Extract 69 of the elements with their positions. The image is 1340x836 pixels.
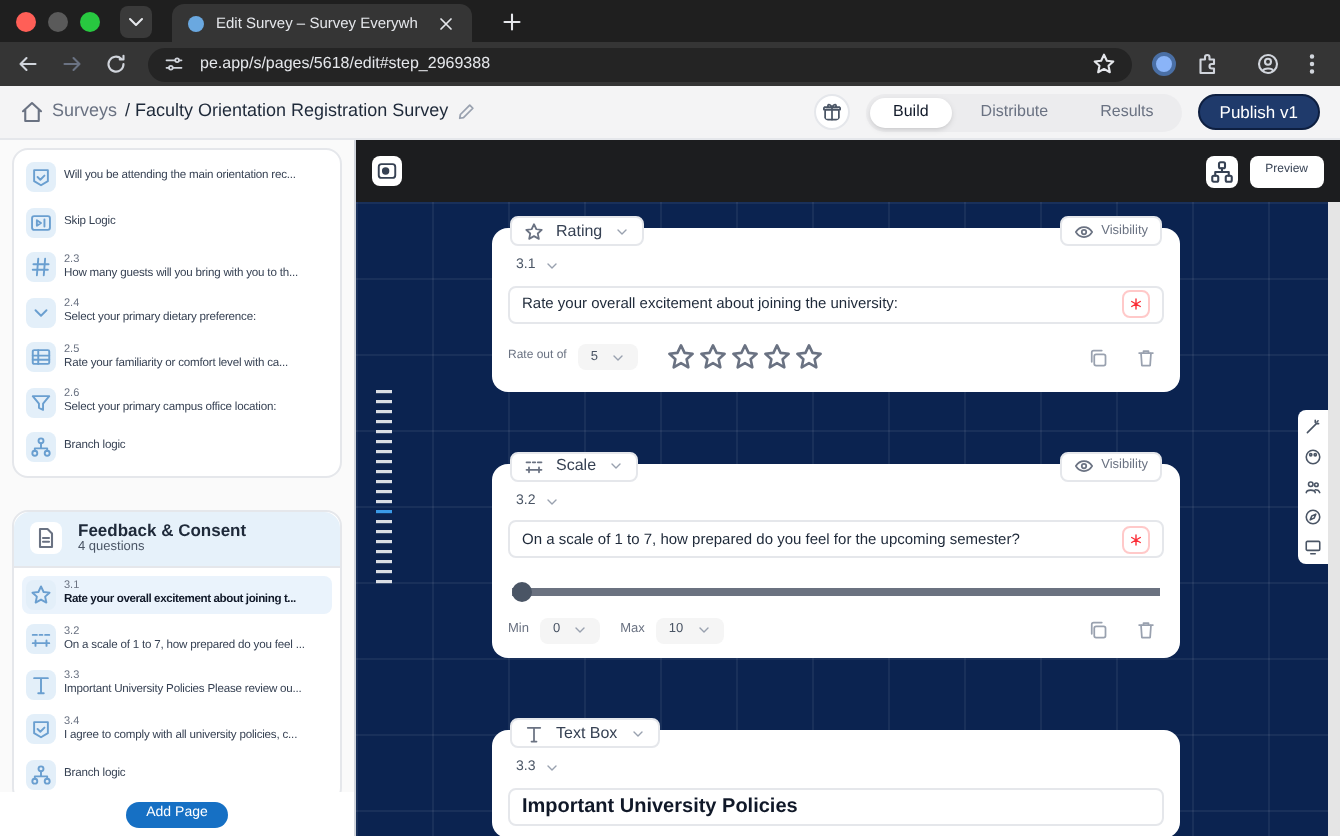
view-tab[interactable]: Build <box>869 97 953 127</box>
address-bar[interactable]: pe.app/s/pages/5618/edit#step_2969388 <box>148 47 1132 81</box>
skip-logic-icon <box>26 207 56 238</box>
publish-button[interactable]: Publish v1 <box>1197 94 1320 130</box>
shield-icon <box>26 162 56 193</box>
star-icon[interactable] <box>697 342 728 372</box>
chevron-down-icon <box>608 458 625 474</box>
text-icon <box>524 723 544 743</box>
flow-icon[interactable] <box>1205 155 1238 187</box>
star-icon[interactable] <box>729 342 760 372</box>
text-icon <box>26 669 56 700</box>
copy-icon[interactable] <box>1088 347 1108 367</box>
table-icon <box>26 342 56 373</box>
home-icon[interactable] <box>20 100 44 124</box>
asterisk-icon[interactable] <box>1122 525 1150 553</box>
breadcrumb-link[interactable]: Surveys <box>52 98 118 126</box>
shield-check-icon <box>26 714 56 745</box>
close-icon[interactable] <box>436 13 456 33</box>
scale-icon <box>26 624 56 655</box>
view-tab[interactable]: Results <box>1076 97 1178 127</box>
asterisk-icon[interactable] <box>1122 290 1150 318</box>
wand-icon[interactable] <box>1304 418 1322 436</box>
bookmark-star-icon[interactable] <box>1092 52 1116 76</box>
branch-icon <box>26 432 56 463</box>
question-type-dropdown[interactable]: Text Box <box>510 718 660 748</box>
forward-icon[interactable] <box>60 52 84 76</box>
page-title: Feedback & Consent <box>78 519 247 540</box>
chevron-down-icon <box>26 297 56 328</box>
question-type-dropdown[interactable]: Rating <box>510 216 645 246</box>
compass-icon[interactable] <box>1304 508 1322 526</box>
scrollbar[interactable] <box>1328 202 1340 836</box>
trash-icon[interactable] <box>1136 347 1156 367</box>
screen-icon[interactable] <box>1304 538 1322 556</box>
url-text: pe.app/s/pages/5618/edit#step_2969388 <box>200 52 491 76</box>
panel-toggle-icon[interactable] <box>372 156 402 186</box>
star-rating[interactable] <box>665 342 824 372</box>
funnel-icon <box>26 387 56 418</box>
eye-icon <box>1073 456 1094 476</box>
profile-icon[interactable] <box>1256 52 1280 76</box>
plus-icon[interactable] <box>500 9 524 33</box>
branch-icon <box>26 759 56 790</box>
star-icon <box>26 579 56 610</box>
scale-icon <box>524 456 544 476</box>
site-icon <box>188 15 204 31</box>
view-tab[interactable]: Distribute <box>956 97 1073 127</box>
chevron-down-icon[interactable] <box>120 5 152 37</box>
chevron-down-icon <box>695 622 712 638</box>
copy-icon[interactable] <box>1088 620 1108 640</box>
hash-icon <box>26 252 56 283</box>
document-icon <box>30 522 62 554</box>
puzzle-icon[interactable] <box>1196 52 1220 76</box>
back-icon[interactable] <box>16 52 40 76</box>
question-type-dropdown[interactable]: Scale <box>510 451 639 481</box>
eye-icon <box>1073 221 1094 241</box>
survey-title: / Faculty Orientation Registration Survey <box>125 98 449 125</box>
star-icon[interactable] <box>665 342 696 372</box>
slider-thumb[interactable] <box>512 582 532 602</box>
extension-icon[interactable] <box>1152 52 1176 76</box>
slider[interactable] <box>512 582 1160 602</box>
users-icon[interactable] <box>1304 478 1322 496</box>
reload-icon[interactable] <box>104 52 128 76</box>
star-icon[interactable] <box>761 342 792 372</box>
gift-icon[interactable] <box>813 94 849 130</box>
question-field[interactable]: Important University Policies <box>508 787 1164 825</box>
chevron-down-icon <box>572 622 589 638</box>
star-icon[interactable] <box>793 342 824 372</box>
star-icon <box>524 221 544 241</box>
site-settings-icon <box>164 54 184 74</box>
trash-icon[interactable] <box>1136 620 1156 640</box>
